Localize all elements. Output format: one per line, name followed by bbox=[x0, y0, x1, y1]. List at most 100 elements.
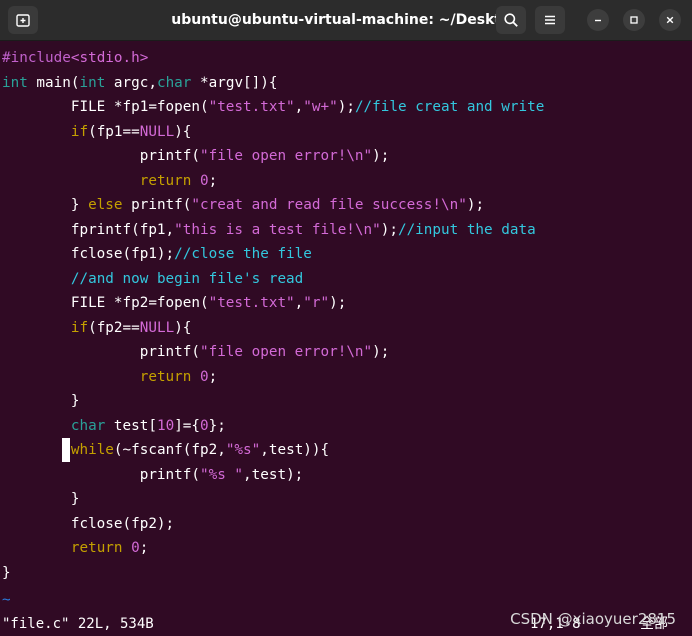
code-token: printf( bbox=[2, 344, 200, 360]
code-line: fclose(fp1);//close the file bbox=[2, 242, 312, 266]
code-line: return 0; bbox=[2, 169, 217, 193]
code-token: ){ bbox=[174, 123, 192, 140]
code-token: (~fscanf(fp2, bbox=[113, 442, 226, 458]
code-token: if bbox=[70, 319, 89, 336]
code-token: return bbox=[70, 540, 123, 556]
code-token: ){ bbox=[174, 319, 192, 336]
code-token: "r" bbox=[303, 295, 330, 311]
code-token: (fp2== bbox=[88, 319, 140, 336]
code-token: \n bbox=[441, 197, 459, 213]
code-token: 0 bbox=[131, 540, 140, 556]
menu-button[interactable] bbox=[535, 6, 565, 34]
code-token: " bbox=[363, 148, 373, 164]
code-token: ,test); bbox=[243, 466, 304, 483]
code-line: if(fp1==NULL){ bbox=[2, 120, 192, 144]
code-line: char test[10]={0}; bbox=[2, 414, 226, 438]
terminal-content[interactable]: #include<stdio.h> int main(int argc, char … bbox=[0, 41, 692, 636]
search-icon bbox=[504, 13, 518, 27]
code-token: "test.txt" bbox=[208, 99, 295, 115]
code-token: , bbox=[294, 99, 304, 115]
code-token: "this is a test file! bbox=[174, 221, 355, 238]
title-bar: ubuntu@ubuntu-virtual-machine: ~/Desktop bbox=[0, 0, 692, 41]
code-line: FILE *fp2=fopen("test.txt","r"); bbox=[2, 291, 346, 315]
code-line: if(fp2==NULL){ bbox=[2, 316, 192, 340]
code-line: } bbox=[2, 561, 11, 585]
code-token: } bbox=[2, 564, 11, 581]
code-token: "%s " bbox=[199, 466, 244, 483]
code-token: } bbox=[2, 491, 80, 507]
code-line: printf("%s ",test); bbox=[2, 463, 304, 487]
code-token: FILE *fp2=fopen( bbox=[2, 295, 209, 311]
code-token: 0 bbox=[200, 172, 209, 189]
close-button[interactable] bbox=[659, 9, 681, 31]
code-token: "w+" bbox=[303, 99, 338, 115]
code-token: NULL bbox=[139, 123, 175, 140]
code-line: } else printf("creat and read file succe… bbox=[2, 193, 484, 217]
code-token: 0 bbox=[200, 368, 209, 385]
code-token: ]={ bbox=[174, 417, 201, 434]
empty-line-marker: ~ bbox=[2, 592, 11, 608]
code-token: (fp1== bbox=[88, 123, 140, 140]
terminal-window: ubuntu@ubuntu-virtual-machine: ~/Desktop bbox=[0, 0, 692, 636]
code-line: fclose(fp2); bbox=[2, 512, 174, 536]
minimize-icon bbox=[595, 19, 601, 22]
code-token: argc, bbox=[105, 74, 157, 91]
search-button[interactable] bbox=[496, 6, 526, 34]
code-token: printf( bbox=[2, 148, 200, 164]
maximize-icon bbox=[630, 16, 638, 24]
code-token: else bbox=[88, 197, 123, 213]
code-token: test[ bbox=[105, 417, 157, 434]
code-token: char bbox=[70, 417, 106, 434]
code-token: *argv[]){ bbox=[191, 74, 278, 91]
code-token: 10 bbox=[156, 417, 175, 434]
code-token: ); bbox=[380, 221, 398, 238]
code-token: main( bbox=[27, 74, 80, 91]
maximize-button[interactable] bbox=[623, 9, 645, 31]
code-token: 0 bbox=[200, 417, 209, 434]
status-file-info: "file.c" 22L, 534B bbox=[2, 616, 154, 632]
code-token: ); bbox=[466, 197, 485, 213]
code-token: return bbox=[139, 368, 192, 385]
code-token: " bbox=[458, 197, 467, 213]
code-line: #include<stdio.h> bbox=[2, 46, 148, 70]
minimize-button[interactable] bbox=[587, 9, 609, 31]
code-token: NULL bbox=[139, 319, 175, 336]
code-line: printf("file open error!\n"); bbox=[2, 340, 390, 364]
code-line: return 0; bbox=[2, 536, 148, 560]
code-token: "file open error! bbox=[199, 344, 347, 360]
code-token: " bbox=[363, 344, 373, 360]
code-token: //close the file bbox=[174, 246, 312, 262]
code-token: " bbox=[372, 221, 381, 238]
code-token: <stdio.h> bbox=[70, 50, 149, 66]
code-token: \n bbox=[346, 344, 364, 360]
code-token: ); bbox=[372, 148, 390, 164]
code-line: } bbox=[2, 389, 80, 413]
code-token: \n bbox=[346, 148, 364, 164]
code-token: FILE *fp1=fopen( bbox=[2, 99, 209, 115]
code-token: }; bbox=[208, 417, 226, 434]
watermark: CSDN @xiaoyuer2815 bbox=[510, 610, 676, 628]
code-token: ; bbox=[139, 540, 149, 556]
code-token: , bbox=[294, 295, 304, 311]
code-token: } bbox=[2, 393, 80, 409]
code-token: int bbox=[2, 74, 28, 91]
code-line: } bbox=[2, 487, 80, 511]
code-token: } bbox=[2, 197, 89, 213]
code-token: ,test)){ bbox=[260, 442, 330, 458]
code-token: "file open error! bbox=[199, 148, 347, 164]
code-line: FILE *fp1=fopen("test.txt","w+");//file … bbox=[2, 95, 544, 119]
code-token: \n bbox=[354, 221, 373, 238]
code-line: fprintf(fp1,"this is a test file!\n");//… bbox=[2, 218, 536, 242]
code-token: int bbox=[79, 74, 106, 91]
code-token: "%s" bbox=[225, 442, 261, 458]
code-token: #include bbox=[2, 50, 71, 66]
